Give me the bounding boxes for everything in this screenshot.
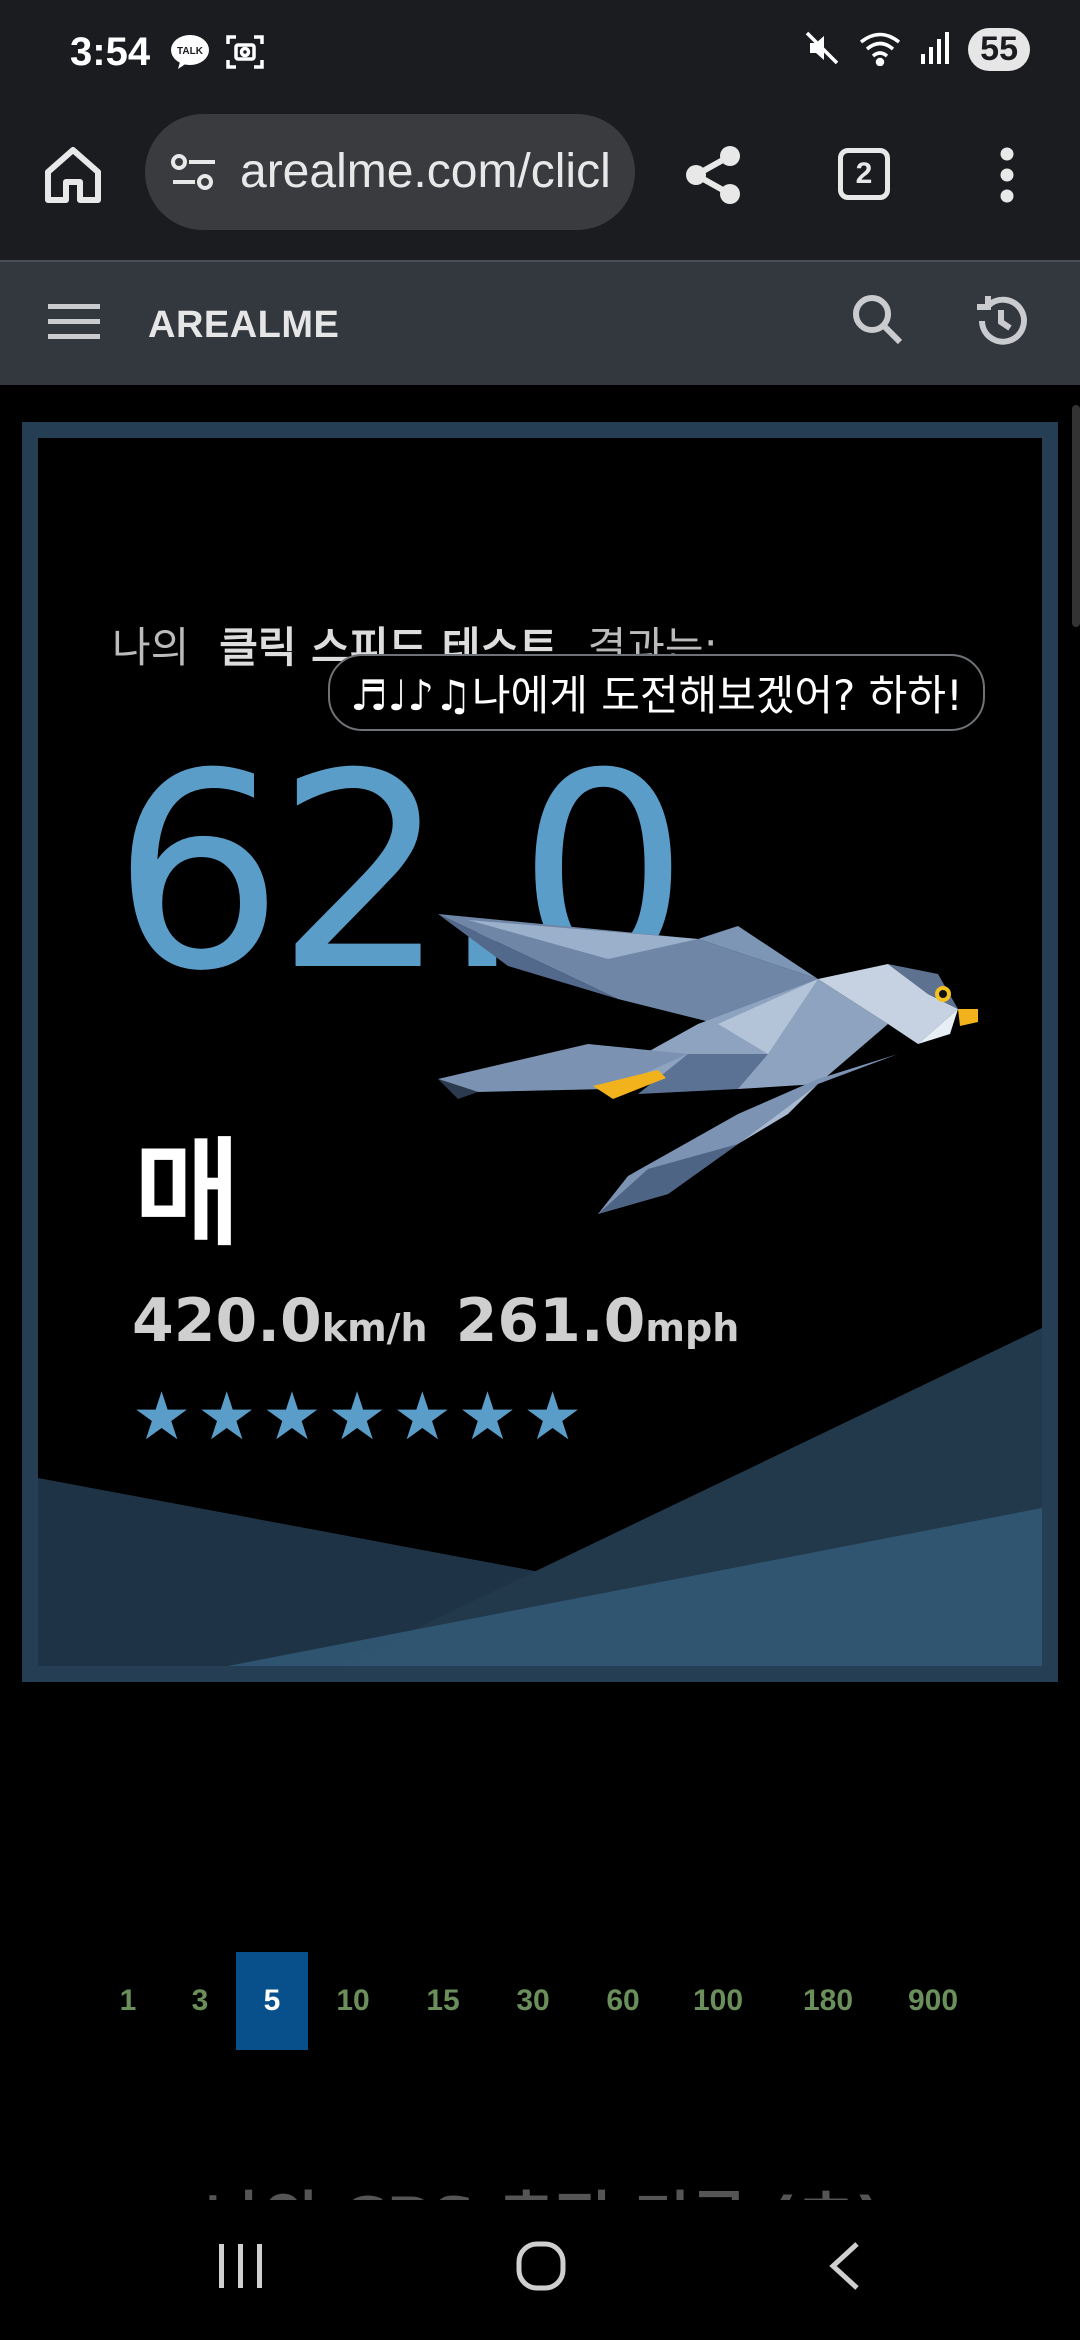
svg-text:TALK: TALK: [177, 46, 204, 57]
star-icon: ★: [132, 1378, 192, 1455]
system-nav-bar: [0, 2200, 1080, 2340]
wifi-icon: [858, 30, 902, 70]
page-link-1[interactable]: 1: [92, 1952, 164, 2050]
page-link-60[interactable]: 60: [578, 1952, 668, 2050]
search-icon: [853, 295, 903, 345]
site-search-button[interactable]: [850, 292, 906, 352]
page-link-10[interactable]: 10: [308, 1952, 398, 2050]
battery-badge: 55: [968, 28, 1030, 71]
mute-icon: [804, 30, 840, 70]
home-icon: [45, 147, 101, 203]
talk-icon: TALK: [170, 34, 210, 74]
kmh-unit: km/h: [321, 1306, 428, 1350]
share-button[interactable]: [682, 144, 744, 210]
signal-icon: [920, 30, 950, 70]
status-bar: 3:54 TALK 55: [0, 0, 1080, 110]
star-icon: ★: [392, 1378, 452, 1455]
back-button[interactable]: [825, 2240, 865, 2296]
star-icon: ★: [457, 1378, 518, 1455]
page-link-3[interactable]: 3: [164, 1952, 236, 2050]
mph-unit: mph: [645, 1306, 740, 1350]
page-link-30[interactable]: 30: [488, 1952, 578, 2050]
result-card: 나의 클릭 스피드 테스트 결과는: 62.0 ♬♩♪♫나에게 도전해보겠어? 하하…: [22, 422, 1058, 1682]
notification-icons: TALK: [170, 34, 264, 74]
star-icon: ★: [523, 1378, 583, 1455]
recents-button[interactable]: [215, 2240, 267, 2296]
site-header: AREALME: [0, 260, 1080, 385]
more-vert-icon: [1000, 147, 1014, 203]
page-link-100[interactable]: 100: [668, 1952, 768, 2050]
page-link-15[interactable]: 15: [398, 1952, 488, 2050]
status-right: 55: [804, 28, 1030, 71]
star-icon: ★: [327, 1378, 387, 1455]
result-card-inner: 나의 클릭 스피드 테스트 결과는: 62.0 ♬♩♪♫나에게 도전해보겠어? 하하…: [38, 438, 1042, 1666]
browser-menu-button[interactable]: [995, 146, 1019, 208]
animal-rank: 매: [134, 1127, 241, 1262]
home-nav-button[interactable]: [515, 2240, 567, 2296]
back-icon: [829, 2242, 859, 2290]
site-menu-button[interactable]: [48, 302, 100, 346]
browser-toolbar: arealme.com/clicl 2: [0, 110, 1080, 260]
hamburger-icon: [48, 304, 100, 339]
challenge-bubble: ♬♩♪♫나에게 도전해보겠어? 하하!: [328, 654, 985, 731]
url-text: arealme.com/clicl: [240, 145, 611, 198]
page-link-180[interactable]: 180: [768, 1952, 888, 2050]
star-rating: ★ ★ ★ ★ ★ ★ ★: [132, 1384, 582, 1450]
speed-mph: 261.0: [455, 1286, 646, 1356]
speed-readout: 420.0km/h 261.0mph: [132, 1286, 767, 1356]
page-link-5[interactable]: 5: [236, 1952, 308, 2050]
site-logo[interactable]: AREALME: [148, 304, 339, 347]
screenshot-icon: [226, 34, 264, 74]
home-circle-icon: [516, 2241, 566, 2291]
history-icon: [977, 296, 1027, 345]
page-scrollbar[interactable]: [1072, 405, 1080, 627]
home-button[interactable]: [40, 142, 106, 208]
star-icon: ★: [262, 1378, 322, 1455]
star-icon: ★: [197, 1378, 257, 1455]
tab-switcher-button[interactable]: 2: [838, 148, 890, 200]
status-time: 3:54: [70, 30, 151, 74]
recents-icon: [219, 2244, 262, 2288]
falcon-illustration: [438, 914, 978, 1214]
site-settings-icon: [171, 154, 215, 190]
address-bar[interactable]: arealme.com/clicl: [145, 114, 635, 230]
speed-kmh: 420.0: [132, 1286, 322, 1356]
heading-prefix: 나의: [112, 623, 190, 672]
page-link-900[interactable]: 900: [888, 1952, 978, 2050]
history-button[interactable]: [970, 290, 1032, 356]
test-duration-pagination: 1 3 5 10 15 30 60 100 180 900: [92, 1952, 978, 2050]
share-icon: [686, 146, 740, 204]
